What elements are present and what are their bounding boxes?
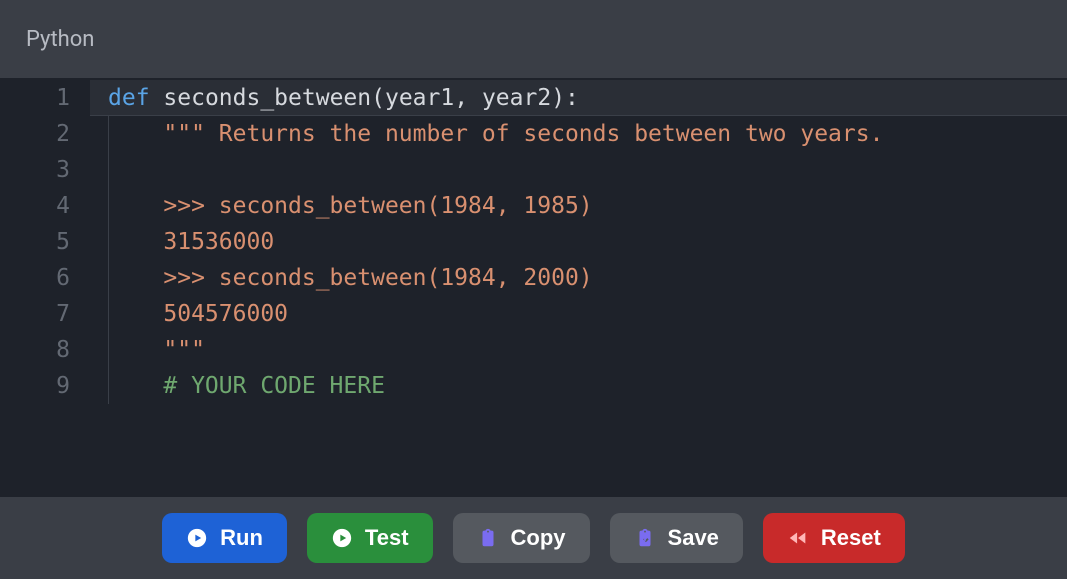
copy-button[interactable]: Copy	[453, 513, 590, 563]
play-circle-icon	[331, 527, 353, 549]
line-number: 2	[0, 116, 70, 152]
code-editor[interactable]: 123456789 def seconds_between(year1, yea…	[0, 78, 1067, 497]
code-line[interactable]: >>> seconds_between(1984, 1985)	[108, 188, 1067, 224]
code-line[interactable]: 31536000	[108, 224, 1067, 260]
copy-label: Copy	[511, 525, 566, 551]
line-number: 5	[0, 224, 70, 260]
reset-label: Reset	[821, 525, 881, 551]
run-label: Run	[220, 525, 263, 551]
play-icon	[186, 527, 208, 549]
test-label: Test	[365, 525, 409, 551]
code-line[interactable]	[108, 152, 1067, 188]
rewind-icon	[787, 527, 809, 549]
editor-header: Python	[0, 0, 1067, 78]
line-number: 1	[0, 80, 70, 116]
code-content[interactable]: def seconds_between(year1, year2): """ R…	[90, 80, 1067, 404]
code-line[interactable]: 504576000	[108, 296, 1067, 332]
code-line[interactable]: def seconds_between(year1, year2):	[108, 80, 1067, 116]
code-line[interactable]: >>> seconds_between(1984, 2000)	[108, 260, 1067, 296]
action-toolbar: Run Test Copy Save Reset	[0, 497, 1067, 579]
reset-button[interactable]: Reset	[763, 513, 905, 563]
code-line[interactable]: """	[108, 332, 1067, 368]
language-label: Python	[26, 27, 94, 52]
save-button[interactable]: Save	[610, 513, 743, 563]
line-number: 7	[0, 296, 70, 332]
code-line[interactable]: # YOUR CODE HERE	[108, 368, 1067, 404]
clipboard-icon	[477, 527, 499, 549]
code-line[interactable]: """ Returns the number of seconds betwee…	[108, 116, 1067, 152]
line-number: 4	[0, 188, 70, 224]
test-button[interactable]: Test	[307, 513, 433, 563]
line-number: 8	[0, 332, 70, 368]
line-number: 9	[0, 368, 70, 404]
line-number: 3	[0, 152, 70, 188]
app-root: Python 123456789 def seconds_between(yea…	[0, 0, 1067, 579]
line-number: 6	[0, 260, 70, 296]
line-number-gutter: 123456789	[0, 80, 90, 404]
run-button[interactable]: Run	[162, 513, 287, 563]
save-label: Save	[668, 525, 719, 551]
download-icon	[634, 527, 656, 549]
